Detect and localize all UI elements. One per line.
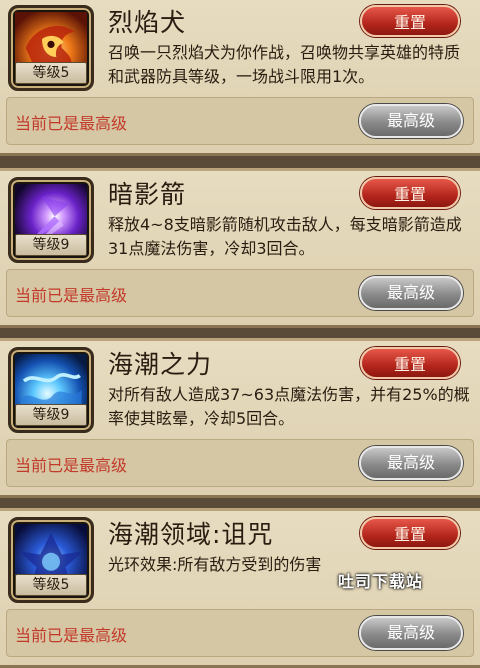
skill-name: 海潮之力 bbox=[108, 350, 213, 379]
reset-button[interactable]: 重置 bbox=[360, 5, 460, 37]
skill-level-badge: 等级9 bbox=[15, 404, 87, 426]
skill-name: 暗影箭 bbox=[108, 180, 187, 209]
reset-button[interactable]: 重置 bbox=[360, 177, 460, 209]
skill-card: 等级9 暗影箭 重置 释放4~8支暗影箭随机攻击敌人，每支暗影箭造成31点魔法伤… bbox=[0, 168, 480, 328]
skill-icon-frame[interactable]: 等级9 bbox=[8, 177, 94, 263]
skill-level-badge: 等级9 bbox=[15, 234, 87, 256]
skill-description: 召唤一只烈焰犬为你作战，召唤物共享英雄的特质和武器防具等级，一场战斗限用1次。 bbox=[108, 43, 461, 86]
skill-name: 海潮领域:诅咒 bbox=[108, 520, 274, 549]
skill-icon-frame[interactable]: 等级9 bbox=[8, 347, 94, 433]
skill-description: 对所有敌人造成37~63点魔法伤害，并有25%的概率使其眩晕，冷却5回合。 bbox=[108, 385, 470, 428]
skill-status-bar: 当前已是最高级 最高级 bbox=[6, 269, 474, 317]
skill-icon-frame[interactable]: 等级5 bbox=[8, 5, 94, 91]
skill-description: 释放4~8支暗影箭随机攻击敌人，每支暗影箭造成31点魔法伤害，冷却3回合。 bbox=[108, 215, 462, 258]
skill-name: 烈焰犬 bbox=[108, 8, 187, 37]
max-level-button[interactable]: 最高级 bbox=[359, 104, 463, 138]
skill-level-badge: 等级5 bbox=[15, 62, 87, 84]
reset-button[interactable]: 重置 bbox=[360, 517, 460, 549]
max-level-status: 当前已是最高级 bbox=[15, 626, 128, 645]
skill-status-bar: 当前已是最高级 最高级 bbox=[6, 609, 474, 657]
skill-card: 等级9 海潮之力 重置 对所有敌人造成37~63点魔法伤害，并有25%的概率使其… bbox=[0, 338, 480, 498]
skill-icon-frame[interactable]: 等级5 bbox=[8, 517, 94, 603]
max-level-status: 当前已是最高级 bbox=[15, 456, 128, 475]
max-level-button[interactable]: 最高级 bbox=[359, 446, 463, 480]
max-level-status: 当前已是最高级 bbox=[15, 286, 128, 305]
max-level-button[interactable]: 最高级 bbox=[359, 276, 463, 310]
max-level-status: 当前已是最高级 bbox=[15, 114, 128, 133]
site-watermark: 吐司下载站 bbox=[338, 572, 424, 591]
skill-level-badge: 等级5 bbox=[15, 574, 87, 596]
skill-card: 等级5 烈焰犬 重置 召唤一只烈焰犬为你作战，召唤物共享英雄的特质和武器防具等级… bbox=[0, 0, 480, 156]
max-level-button[interactable]: 最高级 bbox=[359, 616, 463, 650]
skill-status-bar: 当前已是最高级 最高级 bbox=[6, 439, 474, 487]
reset-button[interactable]: 重置 bbox=[360, 347, 460, 379]
skill-status-bar: 当前已是最高级 最高级 bbox=[6, 97, 474, 145]
